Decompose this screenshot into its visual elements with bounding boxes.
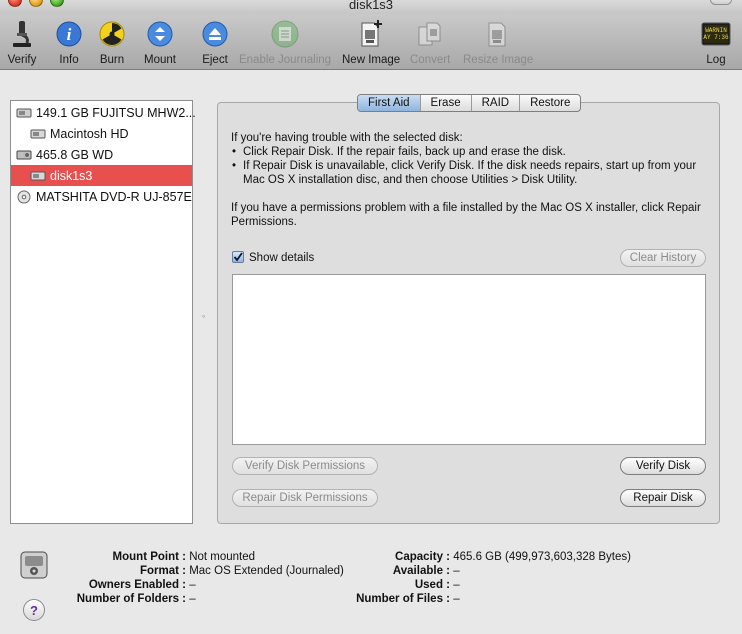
- svg-text:i: i: [67, 25, 72, 44]
- optical-drive-icon: [16, 190, 32, 204]
- available-label: Available :: [392, 565, 450, 577]
- mount-point-value: Not mounted: [189, 551, 256, 563]
- info-toolbar-button[interactable]: i Info: [53, 18, 85, 66]
- mount-point-label: Mount Point :: [112, 551, 186, 563]
- sidebar-item-dvd[interactable]: MATSHITA DVD-R UJ-857E: [11, 186, 192, 207]
- external-drive-icon: [16, 148, 32, 162]
- burn-toolbar-button[interactable]: Burn: [96, 18, 128, 66]
- window-title: disk1s3: [348, 0, 394, 12]
- details-log[interactable]: [232, 274, 706, 445]
- show-details-label: Show details: [249, 252, 315, 264]
- disk-info-right: Capacity : 465.6 GB (499,973,603,328 Byt…: [340, 550, 631, 606]
- instructions-bullet: Click Repair Disk. If the repair fails, …: [231, 145, 706, 159]
- owners-enabled-label: Owners Enabled :: [88, 579, 186, 591]
- mount-icon: [144, 18, 176, 50]
- available-value: –: [453, 565, 460, 577]
- number-of-folders-label: Number of Folders :: [76, 593, 186, 605]
- log-icon: WARNIN AY 7:36: [700, 18, 732, 50]
- eject-toolbar-button[interactable]: Eject: [199, 18, 231, 66]
- svg-text:AY 7:36: AY 7:36: [703, 34, 729, 41]
- used-value: –: [453, 579, 460, 591]
- verify-permissions-button[interactable]: Verify Disk Permissions: [232, 457, 378, 475]
- verify-disk-button[interactable]: Verify Disk: [620, 457, 706, 475]
- sidebar-item-wd[interactable]: 465.8 GB WD: [11, 144, 192, 165]
- format-label: Format :: [140, 565, 186, 577]
- first-aid-instructions: If you're having trouble with the select…: [231, 131, 706, 229]
- sidebar-item-disk1s3[interactable]: disk1s3: [11, 165, 192, 186]
- microscope-icon: [6, 18, 38, 50]
- format-value: Mac OS Extended (Journaled): [189, 565, 344, 577]
- sidebar-item-fujitsu[interactable]: 149.1 GB FUJITSU MHW2...: [11, 102, 196, 123]
- tab-restore[interactable]: Restore: [520, 95, 580, 111]
- repair-disk-button[interactable]: Repair Disk: [620, 489, 706, 507]
- tab-erase[interactable]: Erase: [421, 95, 472, 111]
- help-button[interactable]: ?: [23, 599, 45, 621]
- eject-icon: [199, 18, 231, 50]
- tab-first-aid[interactable]: First Aid: [358, 95, 421, 111]
- resize-image-icon: [482, 18, 514, 50]
- sidebar-item-label: disk1s3: [50, 168, 93, 183]
- show-details-checkbox[interactable]: [232, 251, 244, 263]
- disk-info-left: Mount Point : Not mounted Format : Mac O…: [60, 550, 344, 606]
- selected-disk-icon: [18, 548, 52, 582]
- sidebar-item-label: Macintosh HD: [50, 126, 129, 141]
- resize-image-toolbar-button[interactable]: Resize Image: [463, 18, 533, 66]
- burn-icon: [96, 18, 128, 50]
- clear-history-button[interactable]: Clear History: [620, 249, 706, 267]
- instructions-bullet: If Repair Disk is unavailable, click Ver…: [231, 159, 706, 187]
- new-image-toolbar-button[interactable]: New Image: [342, 18, 400, 66]
- number-of-files-value: –: [453, 593, 460, 605]
- number-of-files-label: Number of Files :: [356, 593, 450, 605]
- volume-icon: [30, 169, 46, 183]
- owners-enabled-value: –: [189, 579, 196, 591]
- volume-icon: [30, 127, 46, 141]
- tab-bar: First Aid Erase RAID Restore: [357, 94, 582, 112]
- number-of-folders-value: –: [189, 593, 196, 605]
- new-image-icon: [355, 18, 387, 50]
- split-view-handle[interactable]: ◦: [202, 311, 207, 321]
- capacity-label: Capacity :: [395, 551, 450, 563]
- hard-drive-icon: [16, 106, 32, 120]
- permissions-text: If you have a permissions problem with a…: [231, 202, 701, 228]
- checkmark-icon: [233, 252, 243, 262]
- repair-permissions-button[interactable]: Repair Disk Permissions: [232, 489, 378, 507]
- convert-toolbar-button[interactable]: Convert: [410, 18, 450, 66]
- mount-toolbar-button[interactable]: Mount: [144, 18, 176, 66]
- sidebar-item-label: MATSHITA DVD-R UJ-857E: [36, 189, 192, 204]
- title-bar: disk1s3: [0, 0, 742, 14]
- used-label: Used :: [414, 579, 450, 591]
- svg-text:WARNIN: WARNIN: [705, 27, 727, 34]
- verify-toolbar-button[interactable]: Verify: [6, 18, 38, 66]
- enable-journaling-toolbar-button[interactable]: Enable Journaling: [239, 18, 331, 66]
- capacity-value: 465.6 GB (499,973,603,328 Bytes): [453, 551, 631, 563]
- toolbar: Verify i Info Burn Mount Eject Enable Jo…: [0, 14, 742, 70]
- sidebar-item-macintosh-hd[interactable]: Macintosh HD: [11, 123, 192, 144]
- sidebar-item-label: 149.1 GB FUJITSU MHW2...: [36, 105, 196, 120]
- info-icon: i: [53, 18, 85, 50]
- sidebar-item-label: 465.8 GB WD: [36, 147, 114, 162]
- convert-icon: [414, 18, 446, 50]
- log-toolbar-button[interactable]: WARNIN AY 7:36 Log: [700, 18, 732, 66]
- toolbar-toggle-button[interactable]: [710, 0, 732, 5]
- disk-list: 149.1 GB FUJITSU MHW2... Macintosh HD 46…: [10, 100, 196, 524]
- journal-icon: [269, 18, 301, 50]
- tab-raid[interactable]: RAID: [472, 95, 521, 111]
- instructions-intro: If you're having trouble with the select…: [231, 132, 463, 144]
